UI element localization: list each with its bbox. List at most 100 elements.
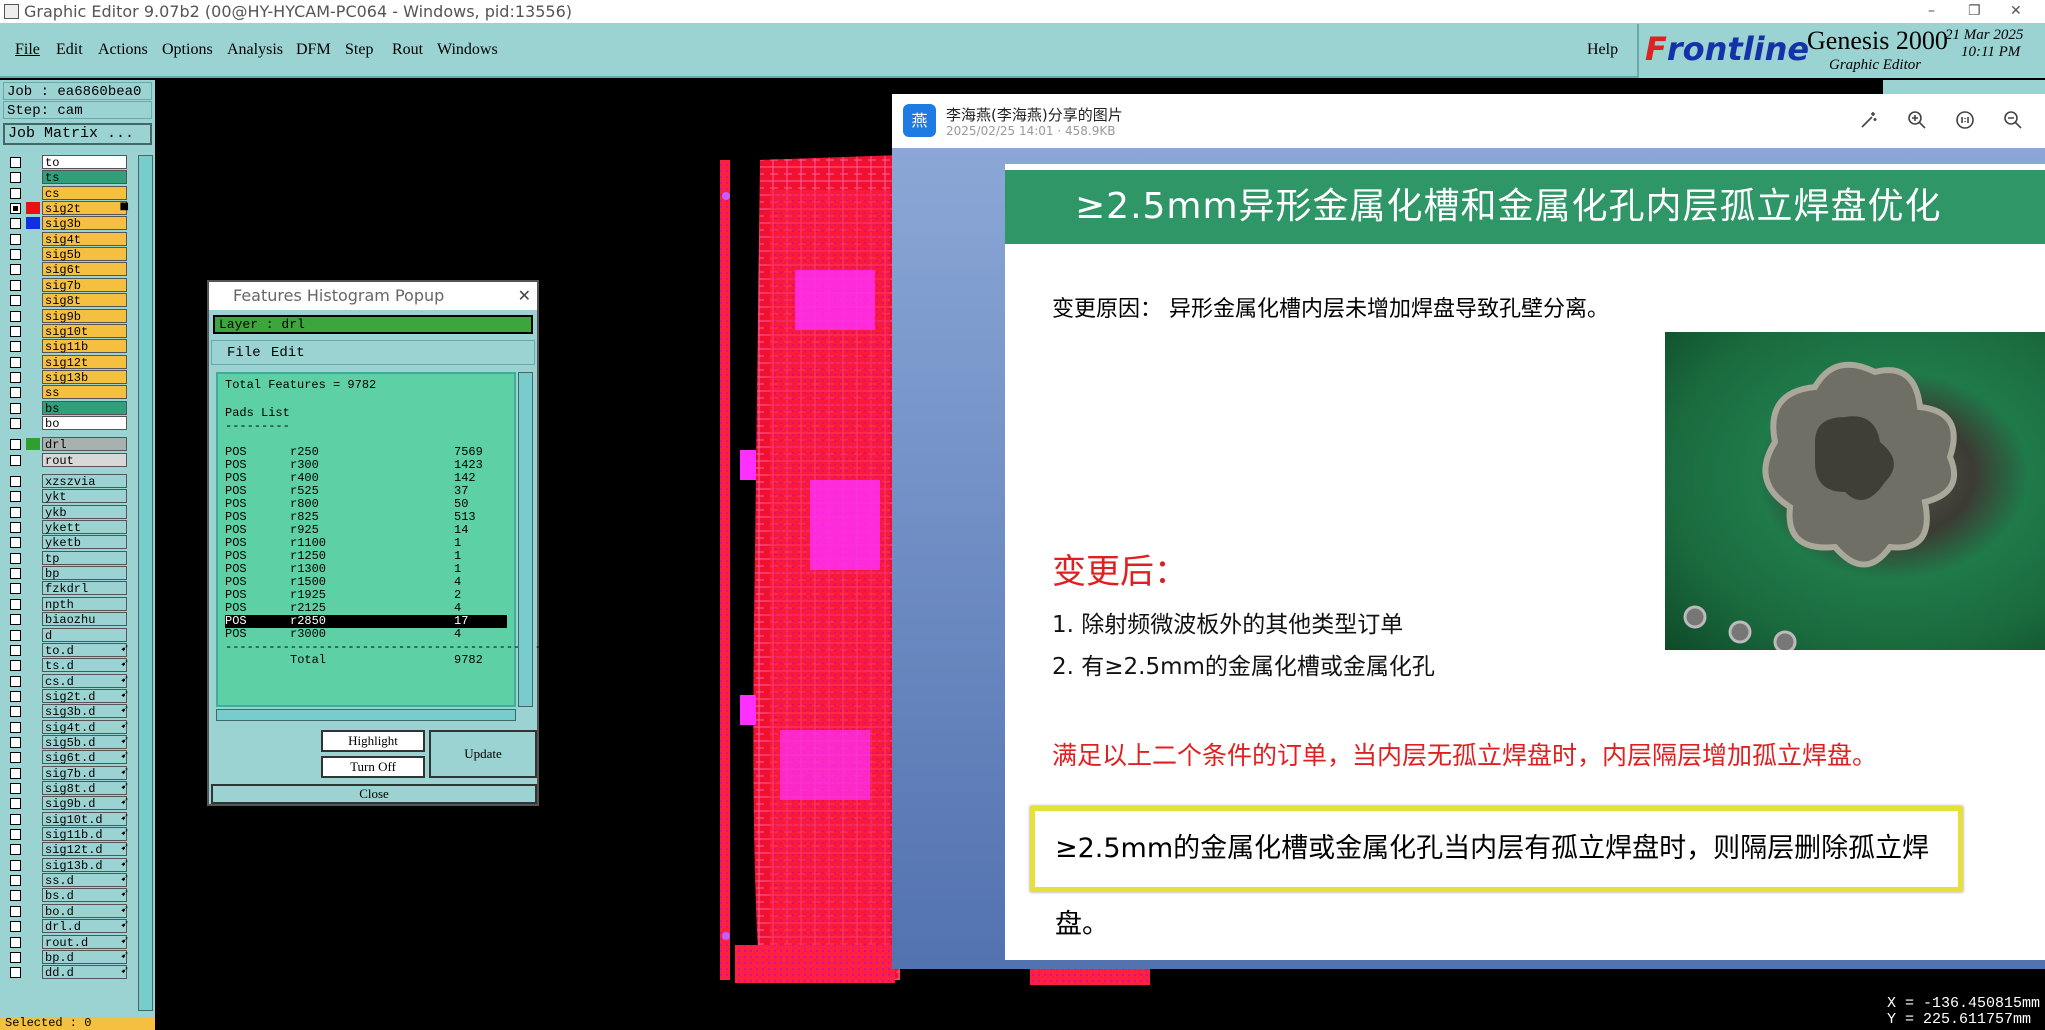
layer-name[interactable]: sig4t	[42, 231, 127, 247]
layer-name[interactable]: ts	[42, 170, 127, 185]
layer-name[interactable]: sig5b	[42, 247, 127, 262]
layer-checkbox[interactable]	[10, 552, 21, 564]
layer-color-swatch[interactable]	[26, 552, 40, 564]
layer-checkbox[interactable]	[10, 187, 21, 199]
layer-checkbox[interactable]	[10, 736, 21, 748]
layer-name[interactable]: yketb	[42, 535, 127, 550]
menu-rout[interactable]: Rout	[392, 41, 423, 59]
layer-name[interactable]: rout.d	[42, 934, 127, 950]
menu-edit[interactable]: Edit	[56, 41, 83, 59]
layer-color-swatch[interactable]	[26, 782, 40, 794]
pad-row[interactable]: POS r1500 4	[225, 576, 507, 589]
layer-checkbox[interactable]	[10, 218, 21, 230]
job-matrix-button[interactable]: Job Matrix ...	[3, 123, 152, 145]
layer-checkbox[interactable]	[10, 506, 21, 518]
layer-checkbox[interactable]	[10, 859, 21, 871]
layer-row[interactable]: sig12t	[3, 354, 133, 370]
layer-color-swatch[interactable]	[26, 644, 40, 656]
layer-color-swatch[interactable]	[26, 736, 40, 748]
layer-checkbox[interactable]	[10, 522, 21, 534]
layer-color-swatch[interactable]	[26, 629, 40, 641]
layer-row[interactable]: sig6t	[3, 262, 133, 277]
pad-row[interactable]: POS r2850 17	[225, 615, 507, 628]
layer-row[interactable]: ts	[3, 170, 133, 185]
layer-row[interactable]: to	[3, 155, 133, 170]
layer-color-swatch[interactable]	[26, 828, 40, 840]
close-button[interactable]: ✕	[2010, 0, 2022, 23]
layer-color-swatch[interactable]	[26, 567, 40, 579]
layer-checkbox[interactable]	[10, 402, 21, 414]
popup-menu-file[interactable]: File	[227, 345, 261, 361]
maximize-button[interactable]: ❐	[1968, 0, 1981, 23]
layer-row[interactable]: sig13b	[3, 369, 133, 385]
layer-name[interactable]: drl	[42, 437, 127, 452]
layer-name[interactable]: sig10t	[42, 323, 127, 339]
layer-row[interactable]: ykt	[3, 489, 133, 504]
layer-row[interactable]: sig12t.d ➹	[3, 842, 133, 857]
layer-color-swatch[interactable]	[26, 248, 40, 260]
layer-checkbox[interactable]	[10, 660, 21, 672]
layer-row[interactable]: ts.d ➹	[3, 658, 133, 673]
layer-color-swatch[interactable]	[26, 475, 40, 487]
layer-color-swatch[interactable]	[26, 294, 40, 306]
layer-row[interactable]: sig7b.d ➹	[3, 765, 133, 781]
layer-checkbox[interactable]	[10, 172, 21, 184]
pad-row[interactable]: POS r1925 2	[225, 589, 507, 602]
layer-name[interactable]: bp.d	[42, 949, 127, 965]
pad-row[interactable]: POS r925 14	[225, 524, 507, 537]
layer-row[interactable]: sig10t	[3, 323, 133, 339]
layer-name[interactable]: ss.d	[42, 873, 127, 888]
layer-color-swatch[interactable]	[26, 751, 40, 763]
layer-row[interactable]: sig11b	[3, 339, 133, 354]
turn-off-button[interactable]: Turn Off	[321, 756, 425, 778]
layer-checkbox[interactable]	[10, 491, 21, 503]
layer-checkbox[interactable]	[10, 967, 21, 979]
layer-checkbox[interactable]	[10, 644, 21, 656]
layer-color-swatch[interactable]	[26, 889, 40, 901]
layer-name[interactable]: bs.d	[42, 888, 127, 903]
layer-name[interactable]: sig12t.d	[42, 842, 127, 857]
layer-name[interactable]: rout	[42, 452, 127, 468]
layer-row[interactable]: yketb	[3, 535, 133, 550]
layer-row[interactable]: bs.d ➹	[3, 888, 133, 903]
layer-row[interactable]: bs	[3, 400, 133, 416]
layer-color-swatch[interactable]	[26, 859, 40, 871]
layer-name[interactable]: sig6t	[42, 262, 127, 277]
layer-row[interactable]: sig11b.d ➹	[3, 827, 133, 842]
layer-name[interactable]: dd.d	[42, 965, 127, 980]
layer-color-swatch[interactable]	[26, 874, 40, 886]
layer-name[interactable]: sig3b.d	[42, 704, 127, 719]
layer-checkbox[interactable]	[10, 905, 21, 917]
layer-name[interactable]: bo.d	[42, 903, 127, 919]
layer-row[interactable]: dd.d ➹	[3, 965, 133, 980]
layer-checkbox[interactable]	[10, 233, 21, 245]
menu-dfm[interactable]: DFM	[296, 41, 331, 59]
layer-checkbox[interactable]	[10, 675, 21, 687]
layer-row[interactable]: bp.d ➹	[3, 949, 133, 965]
layer-color-swatch[interactable]	[26, 279, 40, 291]
layer-color-swatch[interactable]	[26, 386, 40, 398]
layer-color-swatch[interactable]	[26, 454, 40, 466]
pad-row[interactable]: POS r1250 1	[225, 550, 507, 563]
highlight-button[interactable]: Highlight	[321, 730, 425, 752]
layer-row[interactable]: sig6t.d ➹	[3, 750, 133, 765]
layer-name[interactable]: sig9b.d	[42, 796, 127, 811]
menu-options[interactable]: Options	[162, 41, 213, 59]
layer-checkbox[interactable]	[10, 203, 21, 215]
layer-color-swatch[interactable]	[26, 263, 40, 275]
layer-name[interactable]: ykb	[42, 504, 127, 520]
layer-color-swatch[interactable]	[26, 613, 40, 625]
layer-row[interactable]: ykett	[3, 520, 133, 535]
layer-color-swatch[interactable]	[26, 936, 40, 948]
layer-row[interactable]: sig13b.d ➹	[3, 857, 133, 873]
layer-row[interactable]: rout.d ➹	[3, 934, 133, 950]
layer-row[interactable]: sig5b.d ➹	[3, 734, 133, 750]
layer-color-swatch[interactable]	[26, 951, 40, 963]
layer-row[interactable]: rout	[3, 452, 133, 468]
layer-checkbox[interactable]	[10, 356, 21, 368]
layer-name[interactable]: cs	[42, 185, 127, 201]
layer-color-swatch[interactable]	[26, 767, 40, 779]
pad-row[interactable]: POS r1300 1	[225, 563, 507, 576]
layer-name[interactable]: bs	[42, 400, 127, 416]
layer-list-scrollbar[interactable]	[138, 155, 153, 1011]
